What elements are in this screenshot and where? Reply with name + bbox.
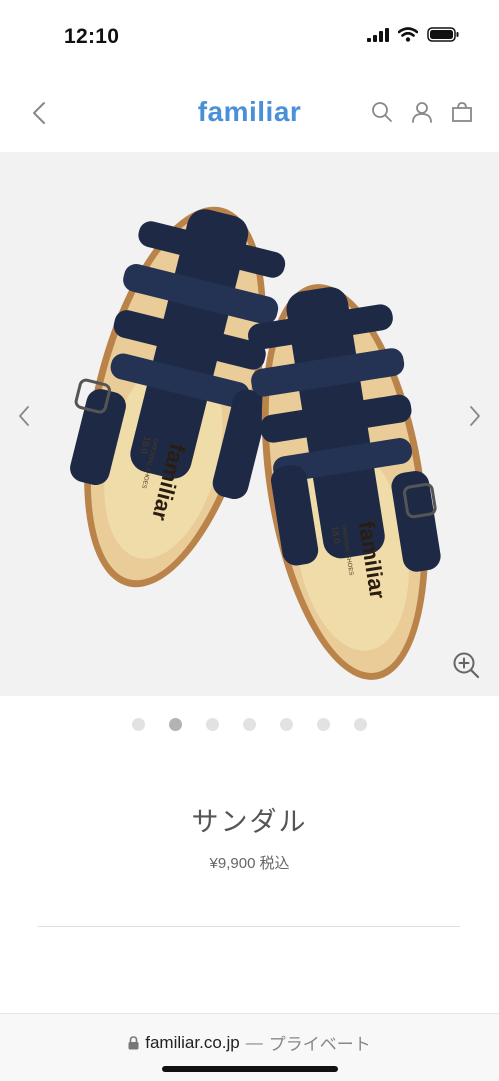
gallery-dot-6[interactable] <box>317 718 330 731</box>
next-chevron-icon <box>470 406 480 426</box>
site-header: familiar <box>0 76 499 152</box>
battery-icon <box>427 27 459 42</box>
product-gallery[interactable]: familiar ORIGINAL SHOES 18.0 familiar OR… <box>0 152 499 696</box>
header-actions <box>369 99 475 125</box>
status-bar: 12:10 <box>0 0 499 76</box>
product-price: ¥9,900 <box>209 855 256 872</box>
gallery-dot-1[interactable] <box>132 718 145 731</box>
price-row: ¥9,900 税込 <box>0 852 499 873</box>
status-icons <box>367 27 459 42</box>
search-icon <box>372 102 392 122</box>
account-button[interactable] <box>409 99 435 125</box>
right-sandal: familiar ORIGINAL SHOES 18.0 <box>248 284 441 680</box>
divider <box>38 926 460 927</box>
cart-icon <box>452 102 472 122</box>
url-separator: — <box>245 1032 263 1052</box>
tax-label: 税込 <box>259 855 290 872</box>
gallery-dot-7[interactable] <box>354 718 367 731</box>
gallery-dot-4[interactable] <box>243 718 256 731</box>
product-name: サンダル <box>191 807 308 837</box>
gallery-next-button[interactable] <box>463 400 487 432</box>
home-indicator <box>162 1066 338 1072</box>
lock-icon <box>128 1035 139 1049</box>
gallery-dot-3[interactable] <box>206 718 219 731</box>
browser-address-bar[interactable]: familiar.co.jp — プライベート <box>0 1013 499 1081</box>
status-time: 12:10 <box>64 25 120 48</box>
gallery-prev-button[interactable] <box>12 400 36 432</box>
zoom-in-icon <box>453 652 480 679</box>
signal-icon <box>367 27 389 42</box>
wifi-icon <box>398 27 418 42</box>
cart-button[interactable] <box>449 99 475 125</box>
gallery-dot-5[interactable] <box>280 718 293 731</box>
product-image: familiar ORIGINAL SHOES 18.0 familiar OR… <box>70 206 441 680</box>
url-line[interactable]: familiar.co.jp — プライベート <box>0 1030 499 1055</box>
account-icon <box>412 102 432 123</box>
gallery-pagination <box>0 718 499 731</box>
search-button[interactable] <box>369 99 395 125</box>
zoom-button[interactable] <box>451 650 481 680</box>
private-mode-label: プライベート <box>268 1035 371 1054</box>
gallery-dot-2[interactable] <box>169 718 182 731</box>
prev-chevron-icon <box>19 406 29 426</box>
url-domain: familiar.co.jp <box>145 1032 240 1052</box>
